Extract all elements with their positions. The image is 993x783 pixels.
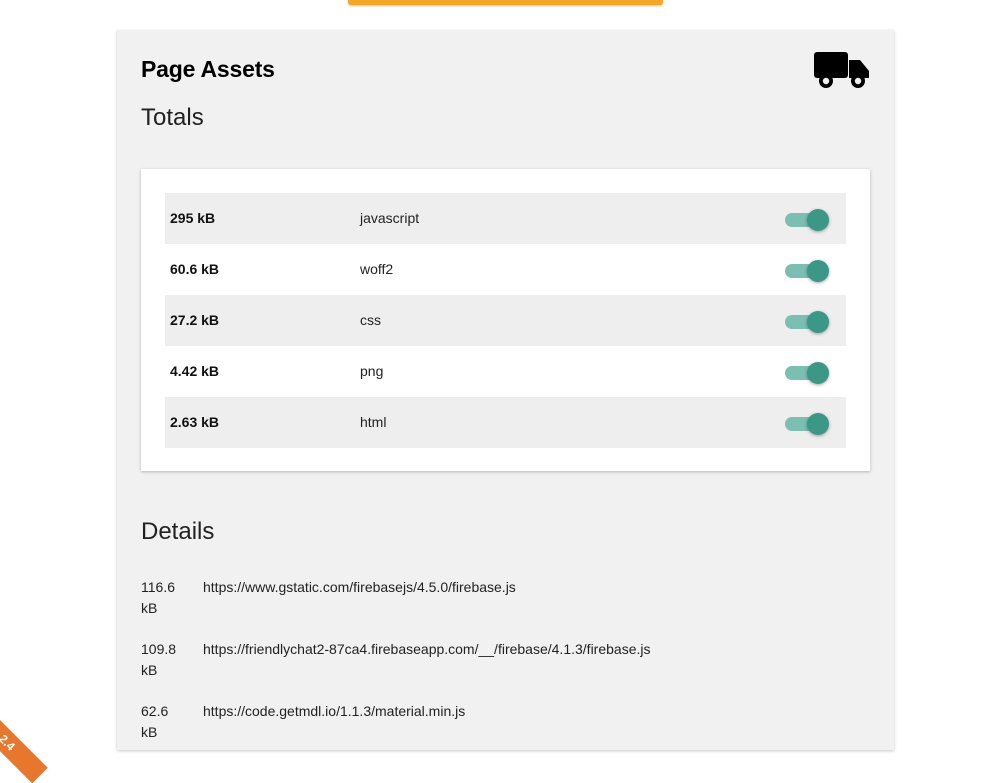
table-row: 27.2 kB css [165, 295, 846, 346]
asset-size: 116.6 kB [141, 579, 175, 616]
toggle-thumb[interactable] [807, 209, 829, 231]
asset-type: woff2 [360, 261, 394, 277]
asset-type: css [360, 312, 381, 328]
toggle-css[interactable] [785, 310, 831, 333]
details-list: 116.6 kB https://www.gstatic.com/firebas… [141, 577, 861, 763]
list-item: 116.6 kB https://www.gstatic.com/firebas… [141, 577, 861, 639]
asset-type: png [360, 363, 384, 379]
toggle-woff2[interactable] [785, 259, 831, 282]
toggle-png[interactable] [785, 361, 831, 384]
asset-size: 62.6 kB [141, 703, 169, 740]
toggle-thumb[interactable] [807, 311, 829, 333]
toggle-thumb[interactable] [807, 362, 829, 384]
totals-table: 295 kB javascript 60.6 kB woff2 27.2 kB … [165, 193, 846, 448]
toggle-html[interactable] [785, 412, 831, 435]
asset-type: javascript [360, 210, 420, 226]
asset-url: https://friendlychat2-87ca4.firebaseapp.… [203, 641, 651, 657]
asset-size: 2.63 kB [170, 414, 220, 430]
list-item: 62.6 kB https://code.getmdl.io/1.1.3/mat… [141, 701, 861, 763]
asset-size: 109.8 kB [141, 641, 177, 678]
asset-url: https://code.getmdl.io/1.1.3/material.mi… [203, 703, 466, 719]
truck-icon [814, 52, 869, 88]
totals-panel: 295 kB javascript 60.6 kB woff2 27.2 kB … [141, 169, 870, 471]
version-ribbon: v1.2.4 [0, 690, 48, 783]
asset-type: html [360, 414, 387, 430]
table-row: 60.6 kB woff2 [165, 244, 846, 295]
top-bar [348, 0, 663, 5]
list-item: 109.8 kB https://friendlychat2-87ca4.fir… [141, 639, 861, 701]
toggle-thumb[interactable] [807, 413, 829, 435]
asset-size: 295 kB [170, 210, 216, 226]
asset-size: 60.6 kB [170, 261, 220, 277]
asset-size: 4.42 kB [170, 363, 220, 379]
totals-heading: Totals [141, 104, 204, 131]
toggle-thumb[interactable] [807, 260, 829, 282]
table-row: 4.42 kB png [165, 346, 846, 397]
table-row: 2.63 kB html [165, 397, 846, 448]
page-assets-card: Page Assets Totals 295 kB javascript 60.… [117, 30, 894, 750]
details-heading: Details [141, 518, 215, 545]
card-title: Page Assets [141, 56, 275, 82]
asset-size: 27.2 kB [170, 312, 220, 328]
toggle-javascript[interactable] [785, 208, 831, 231]
table-row: 295 kB javascript [165, 193, 846, 244]
asset-url: https://www.gstatic.com/firebasejs/4.5.0… [203, 579, 516, 595]
